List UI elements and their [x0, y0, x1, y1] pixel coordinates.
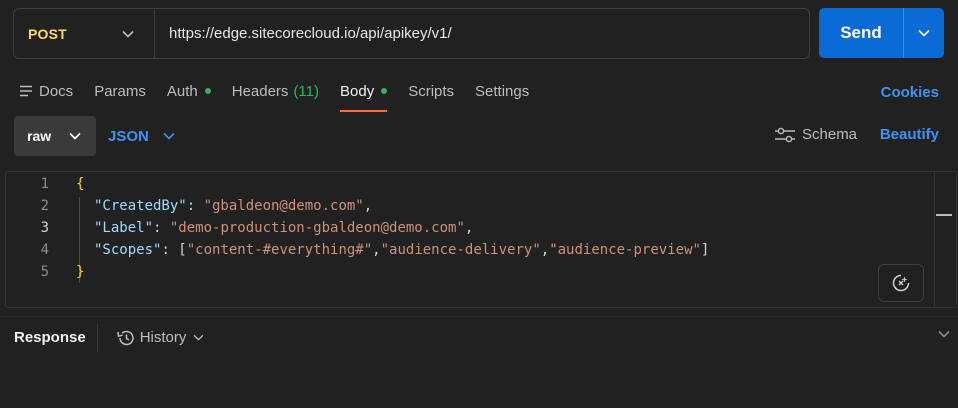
- line-number: 4: [40, 242, 49, 258]
- tab-label: Docs: [39, 82, 74, 100]
- json-punctuation: ,: [464, 220, 474, 236]
- scrollbar-marker: [936, 214, 952, 216]
- json-key: "Label": [94, 220, 154, 236]
- tab-settings[interactable]: Settings: [475, 78, 529, 104]
- cookies-link[interactable]: Cookies: [881, 84, 939, 101]
- code-line: 1 {: [6, 173, 936, 195]
- editor-scrollbar[interactable]: [934, 172, 956, 307]
- json-brace: }: [76, 264, 85, 280]
- tab-auth[interactable]: Auth: [167, 78, 211, 104]
- json-punctuation: ,: [372, 242, 381, 258]
- response-label[interactable]: Response: [14, 329, 86, 346]
- url-input[interactable]: https://edge.sitecorecloud.io/api/apikey…: [155, 9, 809, 58]
- line-number: 1: [40, 176, 49, 192]
- tab-label: Params: [94, 82, 146, 100]
- tab-label: Scripts: [408, 82, 455, 100]
- json-punctuation: :: [153, 220, 170, 236]
- json-key: "Scopes": [94, 242, 162, 258]
- method-label: POST: [28, 25, 67, 42]
- chevron-down-icon: [69, 132, 81, 140]
- tab-label: Body: [340, 82, 375, 100]
- chevron-down-icon[interactable]: [938, 330, 950, 338]
- sliders-icon: [775, 127, 795, 142]
- history-icon: [116, 330, 134, 345]
- sparkle-icon: [892, 274, 910, 292]
- line-number: 3: [40, 220, 49, 236]
- body-code-editor[interactable]: 1 { 2 "CreatedBy": "gbaldeon@demo.com", …: [5, 171, 957, 308]
- tab-label: Headers: [231, 82, 289, 100]
- ai-assist-button[interactable]: [878, 264, 924, 302]
- code-line: 3 "Label": "demo-production-gbaldeon@dem…: [6, 217, 936, 239]
- docs-icon: [19, 85, 33, 97]
- body-mode-label: raw: [27, 128, 52, 144]
- json-brace: {: [76, 176, 85, 192]
- method-select[interactable]: POST: [14, 9, 155, 58]
- request-tabs: Docs Params Auth Headers (11) Body Scrip…: [19, 78, 550, 112]
- tab-scripts[interactable]: Scripts: [408, 78, 454, 104]
- send-options-button[interactable]: [904, 8, 944, 58]
- body-format-label: JSON: [108, 127, 149, 145]
- json-punctuation: ,: [363, 198, 373, 214]
- beautify-button[interactable]: Beautify: [880, 126, 939, 143]
- response-bar: Response History: [0, 316, 958, 358]
- json-string: "gbaldeon@demo.com": [203, 198, 364, 214]
- json-punctuation: : [: [161, 242, 187, 258]
- history-button[interactable]: History: [116, 329, 205, 347]
- tab-docs[interactable]: Docs: [19, 78, 73, 104]
- tab-label: Settings: [475, 82, 530, 100]
- chevron-down-icon: [163, 132, 175, 140]
- chevron-down-icon: [122, 30, 134, 38]
- json-string: "content-#everything#": [186, 242, 373, 258]
- json-punctuation: ]: [700, 242, 710, 258]
- code-line: 2 "CreatedBy": "gbaldeon@demo.com",: [6, 195, 936, 217]
- tab-params[interactable]: Params: [94, 78, 146, 104]
- send-button-group: Send: [819, 8, 944, 58]
- headers-count-badge: (11): [293, 82, 319, 100]
- divider: [96, 323, 98, 352]
- code-line: 5 }: [6, 261, 936, 283]
- status-dot-icon: [204, 88, 211, 94]
- chevron-down-icon: [918, 29, 930, 37]
- json-string: "demo-production-gbaldeon@demo.com": [169, 220, 465, 236]
- line-number: 2: [40, 198, 49, 214]
- schema-label: Schema: [802, 126, 858, 143]
- code-line: 4 "Scopes": ["content-#everything#","aud…: [6, 239, 936, 261]
- tab-headers[interactable]: Headers (11): [232, 78, 319, 104]
- body-format-select[interactable]: JSON: [108, 116, 175, 156]
- tab-body[interactable]: Body: [340, 78, 388, 112]
- json-punctuation: ,: [540, 242, 550, 258]
- schema-button[interactable]: Schema: [774, 126, 857, 143]
- json-string: "audience-preview": [549, 242, 701, 258]
- history-label: History: [139, 329, 187, 346]
- json-string: "audience-delivery": [380, 242, 541, 258]
- json-key: "CreatedBy": [94, 198, 187, 214]
- send-button[interactable]: Send: [819, 8, 903, 58]
- request-url-bar: POST https://edge.sitecorecloud.io/api/a…: [13, 8, 810, 59]
- json-punctuation: :: [186, 198, 204, 214]
- status-dot-icon: [381, 88, 388, 94]
- line-number: 5: [40, 264, 49, 280]
- body-mode-select[interactable]: raw: [14, 116, 96, 156]
- chevron-down-icon: [194, 334, 204, 341]
- tab-label: Auth: [166, 82, 198, 100]
